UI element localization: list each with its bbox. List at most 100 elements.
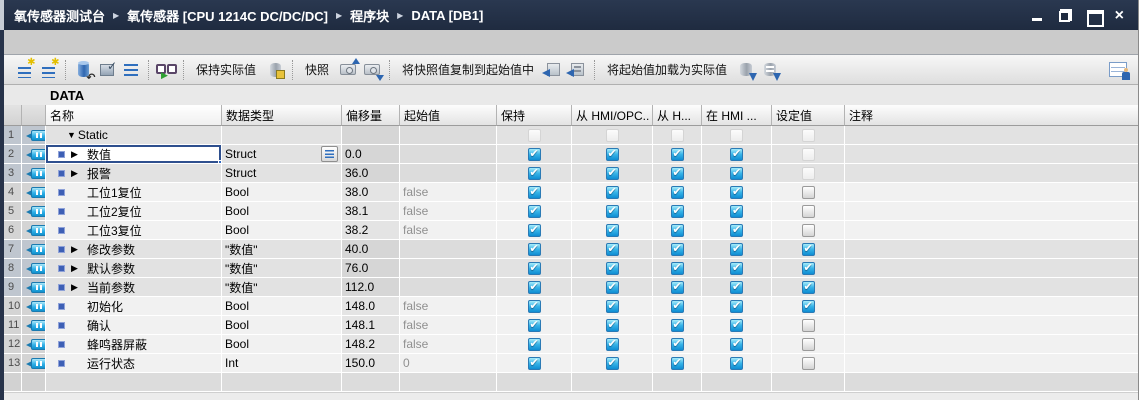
setpoint-checkbox[interactable]	[802, 281, 815, 294]
in-hmi-checkbox[interactable]	[730, 357, 743, 370]
reset-start-values-icon[interactable]	[71, 58, 95, 82]
expand-arrow-icon[interactable]: ▶	[71, 168, 85, 179]
monitor-all-icon[interactable]: ▶	[154, 58, 178, 82]
breadcrumb-item[interactable]: 程序块	[350, 6, 389, 25]
column-header-set[interactable]: 设定值	[772, 105, 845, 126]
cell-comment[interactable]	[845, 240, 1139, 259]
column-header-keep[interactable]: 保持	[497, 105, 572, 126]
empty-cell[interactable]	[845, 373, 1139, 392]
copy-snapshot-icon[interactable]	[541, 58, 565, 82]
cell-comment[interactable]	[845, 297, 1139, 316]
expand-arrow-icon[interactable]: ▶	[71, 263, 85, 274]
load-start-value-icon[interactable]	[734, 58, 758, 82]
cell-name[interactable]: ▶数值	[46, 145, 222, 164]
in-hmi-checkbox[interactable]	[730, 300, 743, 313]
cell-datatype[interactable]: Int	[222, 354, 342, 373]
maximize-icon[interactable]	[1087, 9, 1100, 22]
cell-start-value[interactable]	[400, 259, 497, 278]
snapshot-button[interactable]: 快照	[298, 61, 336, 78]
column-header-type[interactable]: 数据类型	[222, 105, 342, 126]
keep-checkbox[interactable]	[528, 167, 541, 180]
keep-checkbox[interactable]	[528, 357, 541, 370]
hmi-opc-checkbox[interactable]	[606, 243, 619, 256]
selection-handle[interactable]	[218, 160, 222, 164]
from-h-checkbox[interactable]	[671, 167, 684, 180]
cell-name[interactable]: 工位1复位	[46, 183, 222, 202]
in-hmi-checkbox[interactable]	[730, 319, 743, 332]
collapse-arrow-icon[interactable]: ▼	[67, 130, 76, 140]
cell-start-value[interactable]: false	[400, 202, 497, 221]
keep-checkbox[interactable]	[528, 243, 541, 256]
from-h-checkbox[interactable]	[671, 148, 684, 161]
load-all-start-values-icon[interactable]	[758, 58, 782, 82]
column-header-comment[interactable]: 注释	[845, 105, 1139, 126]
empty-cell[interactable]	[772, 373, 845, 392]
from-h-checkbox[interactable]	[671, 205, 684, 218]
empty-cell[interactable]	[572, 373, 653, 392]
in-hmi-checkbox[interactable]	[730, 243, 743, 256]
cell-comment[interactable]	[845, 316, 1139, 335]
empty-cell[interactable]	[653, 373, 702, 392]
keep-checkbox[interactable]	[528, 338, 541, 351]
empty-cell[interactable]	[222, 373, 342, 392]
expand-arrow-icon[interactable]: ▶	[71, 244, 85, 255]
cell-name[interactable]: ▶默认参数	[46, 259, 222, 278]
freeze-values-icon[interactable]	[263, 58, 287, 82]
cell-comment[interactable]	[845, 126, 1139, 145]
hmi-opc-checkbox[interactable]	[606, 300, 619, 313]
row-number[interactable]: 6	[4, 221, 22, 240]
cell-comment[interactable]	[845, 202, 1139, 221]
update-interface-icon[interactable]	[95, 58, 119, 82]
cell-comment[interactable]	[845, 183, 1139, 202]
setpoint-checkbox[interactable]	[802, 300, 815, 313]
expand-members-icon[interactable]	[119, 58, 143, 82]
row-number[interactable]: 9	[4, 278, 22, 297]
cell-start-value[interactable]	[400, 240, 497, 259]
row-number[interactable]: 3	[4, 164, 22, 183]
breadcrumb-item[interactable]: 氧传感器测试台	[14, 6, 105, 25]
row-number[interactable]: 7	[4, 240, 22, 259]
keep-checkbox[interactable]	[528, 205, 541, 218]
copy-all-snapshots-icon[interactable]	[565, 58, 589, 82]
cell-datatype[interactable]: "数值"	[222, 240, 342, 259]
column-header-name[interactable]: 名称	[46, 105, 222, 126]
setpoint-checkbox[interactable]	[802, 243, 815, 256]
row-number[interactable]: 11	[4, 316, 22, 335]
expand-arrow-icon[interactable]: ▶	[71, 282, 85, 293]
cell-datatype[interactable]: Bool	[222, 183, 342, 202]
hmi-opc-checkbox[interactable]	[606, 281, 619, 294]
setpoint-checkbox[interactable]	[802, 357, 815, 370]
empty-append-row[interactable]	[4, 373, 1139, 392]
hmi-opc-checkbox[interactable]	[606, 319, 619, 332]
cell-start-value[interactable]	[400, 164, 497, 183]
cell-datatype[interactable]	[222, 126, 342, 145]
hmi-opc-checkbox[interactable]	[606, 338, 619, 351]
row-number[interactable]: 5	[4, 202, 22, 221]
detail-view-icon[interactable]	[1106, 58, 1130, 82]
hmi-opc-checkbox[interactable]	[606, 148, 619, 161]
cell-datatype[interactable]: "数值"	[222, 259, 342, 278]
setpoint-checkbox[interactable]	[802, 319, 815, 332]
cell-name[interactable]: 工位3复位	[46, 221, 222, 240]
cell-start-value[interactable]	[400, 278, 497, 297]
breadcrumb-item[interactable]: 氧传感器 [CPU 1214C DC/DC/DC]	[127, 6, 328, 25]
cell-comment[interactable]	[845, 259, 1139, 278]
keep-checkbox[interactable]	[528, 224, 541, 237]
hmi-opc-checkbox[interactable]	[606, 186, 619, 199]
keep-checkbox[interactable]	[528, 148, 541, 161]
empty-cell[interactable]	[4, 373, 22, 392]
setpoint-checkbox[interactable]	[802, 205, 815, 218]
setpoint-checkbox[interactable]	[802, 186, 815, 199]
column-header-off[interactable]: 偏移量	[342, 105, 400, 126]
hmi-opc-checkbox[interactable]	[606, 167, 619, 180]
close-icon[interactable]: ×	[1115, 9, 1124, 22]
row-number[interactable]: 13	[4, 354, 22, 373]
in-hmi-checkbox[interactable]	[730, 224, 743, 237]
add-row-icon[interactable]	[36, 58, 60, 82]
cell-start-value[interactable]: false	[400, 297, 497, 316]
keep-checkbox[interactable]	[528, 281, 541, 294]
hmi-opc-checkbox[interactable]	[606, 262, 619, 275]
from-h-checkbox[interactable]	[671, 186, 684, 199]
from-h-checkbox[interactable]	[671, 224, 684, 237]
from-h-checkbox[interactable]	[671, 300, 684, 313]
